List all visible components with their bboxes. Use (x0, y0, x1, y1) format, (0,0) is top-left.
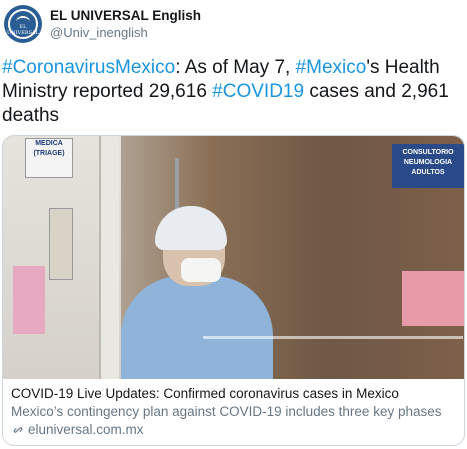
link-icon (13, 427, 23, 433)
avatar[interactable]: EL UNIVERSAL (4, 5, 42, 43)
card-domain-text: eluniversal.com.mx (28, 422, 144, 437)
card-description: Mexico’s contingency plan against COVID-… (11, 404, 442, 419)
display-name[interactable]: EL UNIVERSAL English (50, 7, 201, 24)
author-names: EL UNIVERSAL English @Univ_inenglish (50, 7, 201, 41)
link-card[interactable]: MEDICA (TRIAGE) CONSULTORIO NEUMOLOGIA A… (2, 135, 465, 446)
user-handle[interactable]: @Univ_inenglish (50, 24, 201, 41)
avatar-logo-text: EL UNIVERSAL (7, 24, 39, 36)
tweet-text-segment: : As of May 7, (175, 57, 296, 78)
tweet-text: #CoronavirusMexico: As of May 7, #Mexico… (2, 56, 464, 128)
tweet-header: EL UNIVERSAL EL UNIVERSAL English @Univ_… (4, 2, 201, 46)
card-info: COVID-19 Live Updates: Confirmed coronav… (3, 379, 464, 439)
card-image: MEDICA (TRIAGE) CONSULTORIO NEUMOLOGIA A… (3, 136, 464, 379)
consultorio-sign: CONSULTORIO NEUMOLOGIA ADULTOS (392, 144, 464, 188)
hashtag-link[interactable]: #COVID19 (212, 81, 304, 102)
hashtag-link[interactable]: #CoronavirusMexico (2, 57, 175, 78)
triage-sign: MEDICA (TRIAGE) (25, 138, 73, 178)
card-title: COVID-19 Live Updates: Confirmed coronav… (11, 386, 399, 401)
hashtag-link[interactable]: #Mexico (296, 57, 367, 78)
tweet: EL UNIVERSAL EL UNIVERSAL English @Univ_… (0, 0, 467, 449)
card-domain: eluniversal.com.mx (11, 421, 454, 439)
health-worker (121, 276, 273, 379)
